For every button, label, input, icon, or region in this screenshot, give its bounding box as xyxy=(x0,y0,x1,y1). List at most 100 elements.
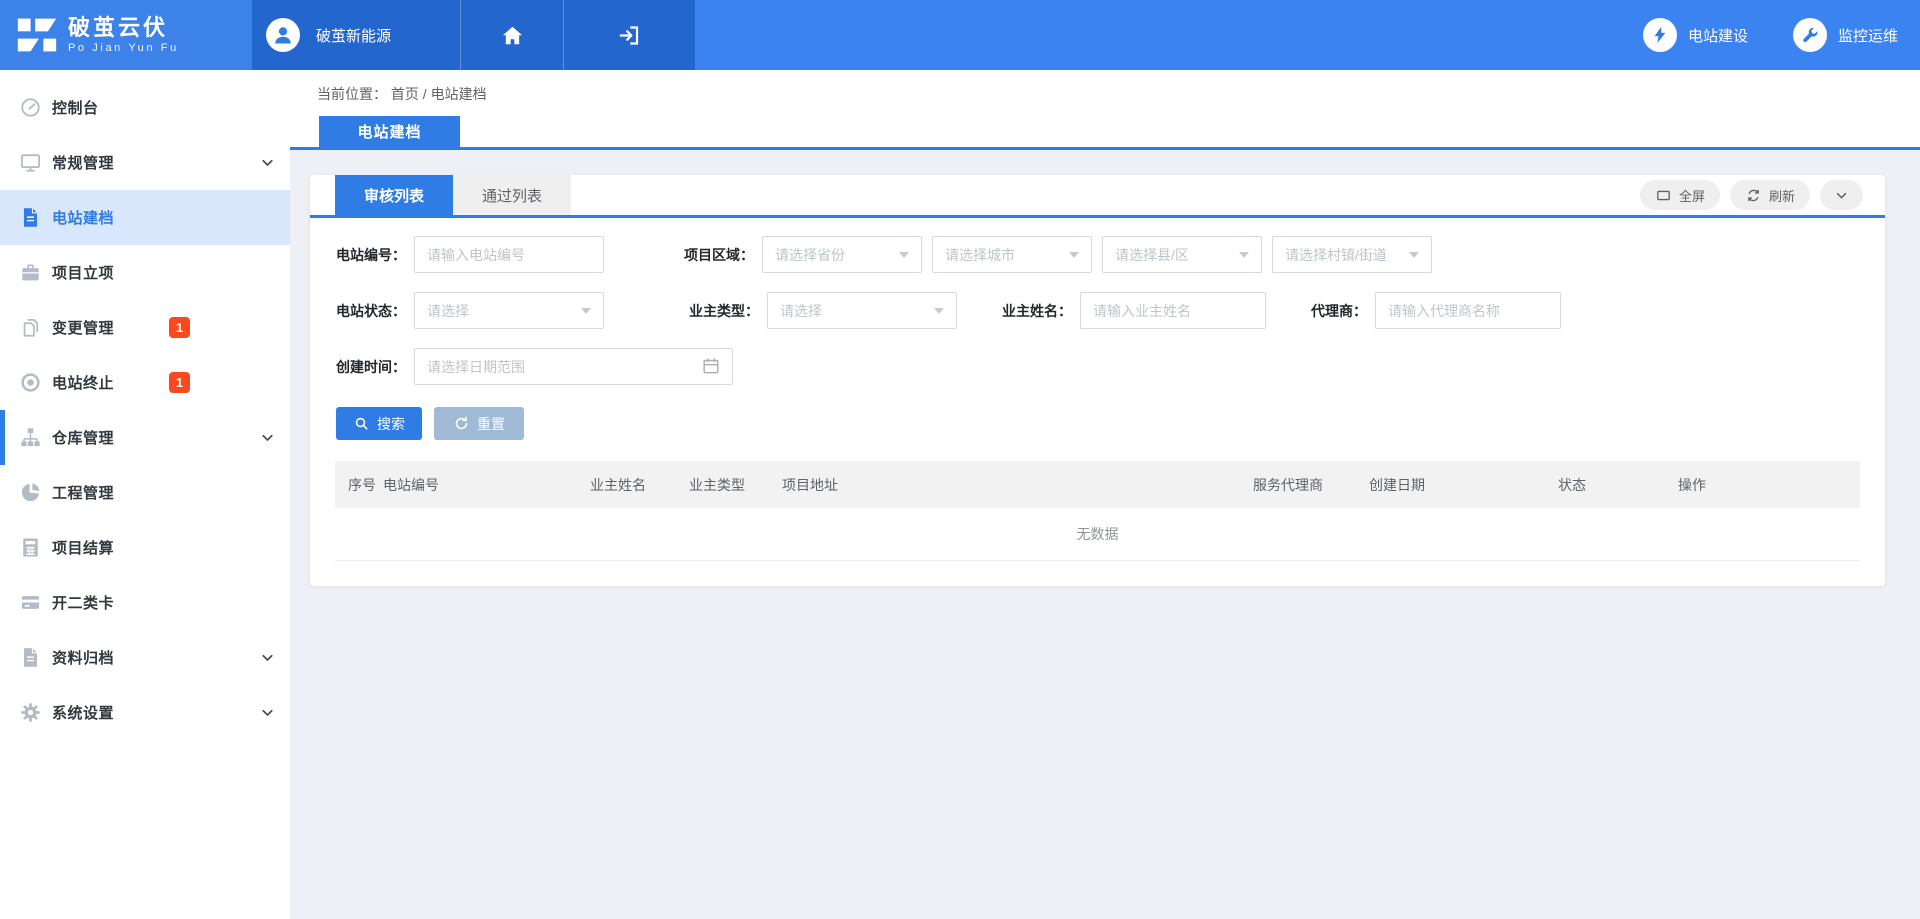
sidebar-item-label: 电站终止 xyxy=(52,372,114,393)
sidebar-item-console[interactable]: 控制台 xyxy=(0,80,290,135)
station-status-label: 电站状态： xyxy=(336,301,406,321)
fullscreen-button[interactable]: 全屏 xyxy=(1640,180,1720,210)
tab-review-list[interactable]: 审核列表 xyxy=(335,175,453,215)
panel-toolbar: 全屏 刷新 xyxy=(1640,180,1885,210)
city-select[interactable]: 请选择城市 xyxy=(932,236,1092,273)
sidebar-item-card-opening[interactable]: 开二类卡 xyxy=(0,575,290,630)
refresh-button[interactable]: 刷新 xyxy=(1730,180,1810,210)
col-create-date: 创建日期 xyxy=(1369,475,1558,495)
sign-out-icon xyxy=(617,23,642,48)
sidebar-item-label: 资料归档 xyxy=(52,647,114,668)
archive-icon xyxy=(18,645,43,670)
chevron-down-icon xyxy=(1833,187,1850,204)
person-icon xyxy=(271,23,295,47)
breadcrumb: 当前位置： 首页 / 电站建档 xyxy=(290,70,1920,104)
reset-icon xyxy=(453,415,470,432)
nav-label: 电站建设 xyxy=(1688,25,1748,46)
filter-row-3: 创建时间： xyxy=(336,348,1885,385)
station-no-input[interactable] xyxy=(414,236,604,273)
sidebar-item-station-termination[interactable]: 电站终止 1 xyxy=(0,355,290,410)
sidebar: 控制台 常规管理 电站建档 xyxy=(0,70,290,919)
breadcrumb-home-link[interactable]: 首页 xyxy=(391,86,419,102)
calculator-icon xyxy=(18,535,43,560)
breadcrumb-current: 电站建档 xyxy=(431,86,487,102)
agent-label: 代理商： xyxy=(1311,301,1367,321)
date-range-input[interactable] xyxy=(414,348,733,385)
select-caret-icon xyxy=(581,308,591,314)
sidebar-item-station-filing[interactable]: 电站建档 xyxy=(0,190,290,245)
sidebar-item-label: 电站建档 xyxy=(52,207,114,228)
sidebar-item-label: 项目结算 xyxy=(52,537,114,558)
sidebar-item-general-mgmt[interactable]: 常规管理 xyxy=(0,135,290,190)
company-name: 破茧新能源 xyxy=(316,25,391,46)
select-caret-icon xyxy=(1409,252,1419,258)
app-header: 破茧云伏 Po Jian Yun Fu 破茧新能源 xyxy=(0,0,1920,70)
logo-title: 破茧云伏 xyxy=(68,16,179,40)
home-button[interactable] xyxy=(461,0,563,70)
breadcrumb-prefix: 当前位置： xyxy=(317,86,387,102)
breadcrumb-strip: 当前位置： 首页 / 电站建档 电站建档 xyxy=(290,70,1920,150)
panel: 审核列表 通过列表 全屏 刷新 xyxy=(310,175,1885,586)
search-button[interactable]: 搜索 xyxy=(336,407,422,440)
logo-text: 破茧云伏 Po Jian Yun Fu xyxy=(68,16,179,54)
nav-station-construction[interactable]: 电站建设 xyxy=(1643,18,1748,52)
date-range-picker[interactable] xyxy=(414,348,733,385)
sidebar-item-warehouse-mgmt[interactable]: 仓库管理 xyxy=(0,410,290,465)
brand-logo: 破茧云伏 Po Jian Yun Fu xyxy=(0,0,252,70)
sidebar-item-engineering-mgmt[interactable]: 工程管理 xyxy=(0,465,290,520)
chevron-down-icon xyxy=(259,704,276,721)
col-owner-name: 业主姓名 xyxy=(590,475,689,495)
user-menu[interactable]: 破茧新能源 xyxy=(252,0,460,70)
header-right-nav: 电站建设 监控运维 xyxy=(695,0,1920,70)
province-select[interactable]: 请选择省份 xyxy=(762,236,922,273)
sidebar-item-label: 项目立项 xyxy=(52,262,114,283)
county-select[interactable]: 请选择县/区 xyxy=(1102,236,1262,273)
reset-button[interactable]: 重置 xyxy=(434,407,524,440)
logo-icon xyxy=(16,16,58,54)
search-icon xyxy=(353,415,370,432)
fullscreen-icon xyxy=(1655,187,1672,204)
chevron-down-icon xyxy=(259,154,276,171)
select-caret-icon xyxy=(934,308,944,314)
owner-name-input[interactable] xyxy=(1080,292,1266,329)
col-owner-type: 业主类型 xyxy=(689,475,782,495)
col-service-agent: 服务代理商 xyxy=(1253,475,1369,495)
sidebar-item-change-mgmt[interactable]: 变更管理 1 xyxy=(0,300,290,355)
empty-placeholder: 无数据 xyxy=(335,508,1860,561)
gauge-icon xyxy=(18,95,43,120)
breadcrumb-separator: / xyxy=(423,86,427,102)
col-project-address: 项目地址 xyxy=(782,475,1253,495)
lightning-icon xyxy=(1643,18,1677,52)
sidebar-item-project-settlement[interactable]: 项目结算 xyxy=(0,520,290,575)
town-select[interactable]: 请选择村镇/街道 xyxy=(1272,236,1432,273)
col-actions: 操作 xyxy=(1678,475,1860,495)
content: 审核列表 通过列表 全屏 刷新 xyxy=(290,150,1920,586)
page-tab-station-filing[interactable]: 电站建档 xyxy=(319,116,460,147)
agent-input[interactable] xyxy=(1375,292,1561,329)
select-caret-icon xyxy=(899,252,909,258)
col-station-no: 电站编号 xyxy=(383,475,590,495)
sidebar-item-label: 仓库管理 xyxy=(52,427,114,448)
create-time-label: 创建时间： xyxy=(336,357,406,377)
notification-badge: 1 xyxy=(169,317,190,338)
filter-row-2: 电站状态： 请选择 业主类型： 请选择 业主姓名： 代理商： xyxy=(336,292,1885,329)
owner-name-label: 业主姓名： xyxy=(1002,301,1072,321)
owner-type-select[interactable]: 请选择 xyxy=(767,292,957,329)
sidebar-item-system-settings[interactable]: 系统设置 xyxy=(0,685,290,740)
filter-form: 电站编号： 项目区域： 请选择省份 请选择城市 请选择县/区 xyxy=(310,218,1885,440)
logout-button[interactable] xyxy=(564,0,695,70)
notification-badge: 1 xyxy=(169,372,190,393)
sidebar-item-data-archive[interactable]: 资料归档 xyxy=(0,630,290,685)
sidebar-item-label: 开二类卡 xyxy=(52,592,114,613)
nav-monitoring-ops[interactable]: 监控运维 xyxy=(1793,18,1898,52)
avatar xyxy=(266,18,300,52)
tab-approved-list[interactable]: 通过列表 xyxy=(453,175,571,215)
home-icon xyxy=(500,23,525,48)
region-label: 项目区域： xyxy=(684,245,754,265)
station-status-select[interactable]: 请选择 xyxy=(414,292,604,329)
sidebar-item-project-initiation[interactable]: 项目立项 xyxy=(0,245,290,300)
sidebar-item-label: 变更管理 xyxy=(52,317,114,338)
collapse-button[interactable] xyxy=(1820,180,1863,210)
filter-actions: 搜索 重置 xyxy=(336,407,1885,440)
owner-type-label: 业主类型： xyxy=(689,301,759,321)
